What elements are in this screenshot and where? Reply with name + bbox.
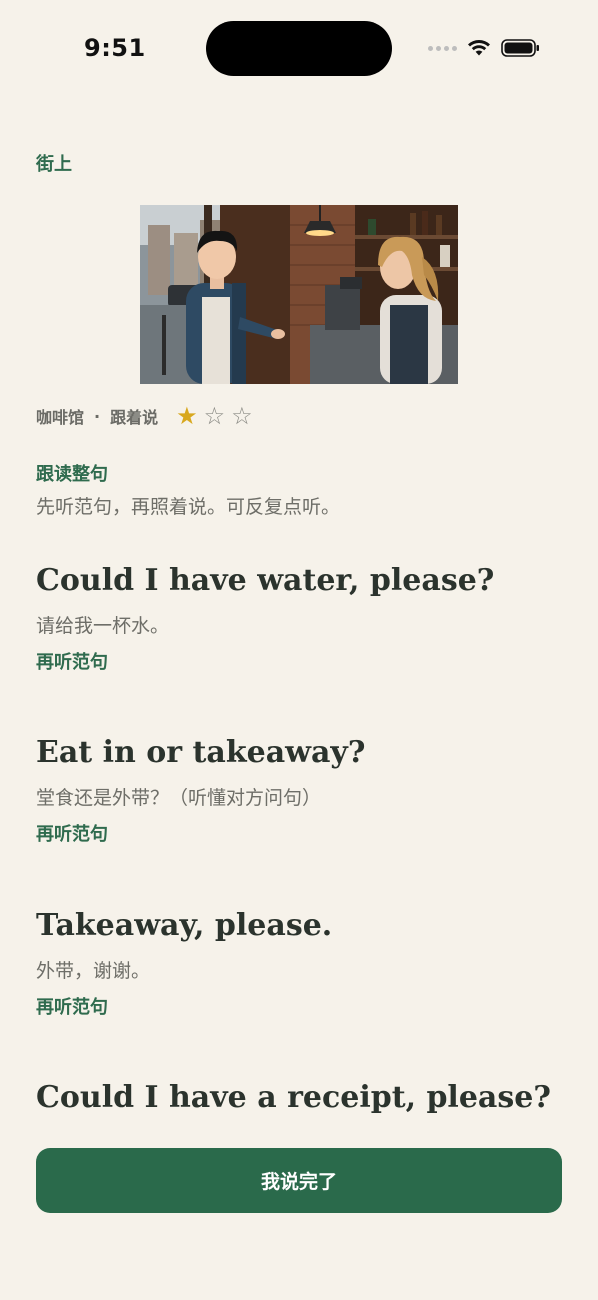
status-icons: [428, 36, 541, 60]
meta-separator: ·: [94, 406, 101, 426]
sentence-chinese: 堂食还是外带？（听懂对方问句）: [36, 787, 322, 809]
sentence-chinese: 外带，谢谢。: [36, 960, 151, 982]
battery-icon: [501, 39, 539, 57]
star-empty-icon: ☆: [231, 402, 253, 430]
sentence-card: Eat in or takeaway? 堂食还是外带？（听懂对方问句） 再听范句: [36, 735, 576, 847]
sentence-chinese: 请给我一杯水。: [36, 615, 170, 637]
scene-image: [140, 205, 458, 384]
replay-sample-button[interactable]: 再听范句: [36, 823, 576, 847]
sentence-card: Could I have a receipt, please?: [36, 1080, 576, 1116]
difficulty-rating: ★ ☆ ☆: [176, 404, 253, 428]
lesson-meta: 咖啡馆 · 跟着说 ★ ☆ ☆: [36, 402, 253, 430]
section-description: 先听范句，再照着说。可反复点听。: [36, 496, 341, 518]
place-label: 咖啡馆: [36, 408, 85, 427]
scene-label: 街上: [36, 154, 72, 175]
sentence-english: Could I have water, please?: [36, 563, 495, 598]
mode-label: 跟着说: [110, 408, 159, 427]
status-bar: 9:51: [0, 0, 598, 96]
cafe-scene-illustration: [140, 205, 458, 384]
star-empty-icon: ☆: [203, 402, 226, 430]
star-filled-icon: ★: [176, 402, 198, 430]
section-title: 跟读整句: [36, 464, 108, 485]
replay-sample-button[interactable]: 再听范句: [36, 651, 576, 675]
status-time: 9:51: [84, 34, 146, 62]
replay-sample-button[interactable]: 再听范句: [36, 996, 576, 1020]
dynamic-island: [206, 21, 392, 76]
done-speaking-button[interactable]: 我说完了: [36, 1148, 562, 1213]
sentence-english: Takeaway, please.: [36, 908, 333, 943]
sentence-english: Eat in or takeaway?: [36, 735, 366, 770]
sentence-card: Takeaway, please. 外带，谢谢。 再听范句: [36, 908, 576, 1020]
sentence-card: Could I have water, please? 请给我一杯水。 再听范句: [36, 563, 576, 675]
cellular-signal-icon: [428, 45, 457, 51]
wifi-icon: [468, 40, 490, 56]
sentence-english: Could I have a receipt, please?: [36, 1080, 551, 1115]
